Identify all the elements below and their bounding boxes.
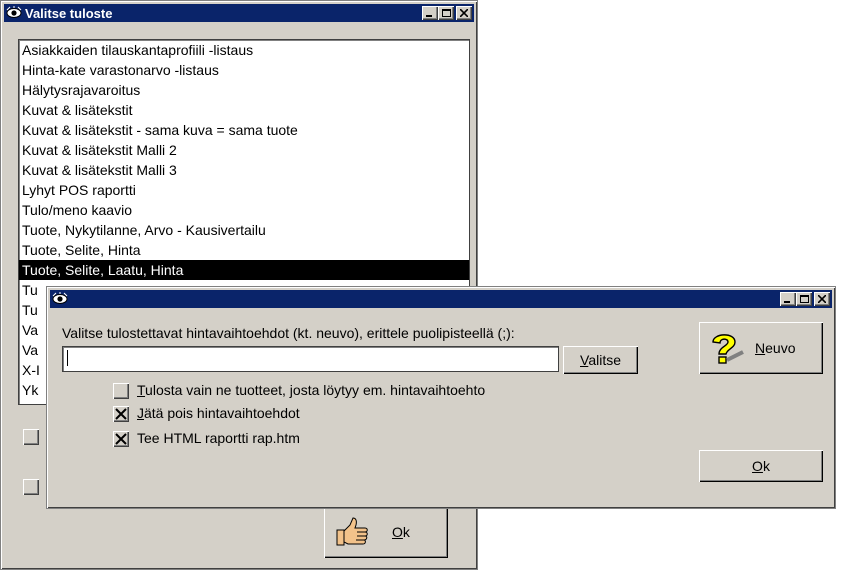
list-item[interactable]: Kuvat & lisätekstit Malli 2 [19, 140, 469, 160]
maximize-button[interactable] [438, 6, 454, 20]
help-button-label: Neuvo [755, 340, 796, 356]
maximize-icon [799, 294, 809, 303]
list-item[interactable]: Kuvat & lisätekstit [19, 100, 469, 120]
dialog-ok-button[interactable]: Ok [699, 450, 823, 482]
list-item[interactable]: Kuvat & lisätekstit - sama kuva = sama t… [19, 120, 469, 140]
dialog-minimize-button[interactable] [780, 292, 796, 306]
html-report-label: Tee HTML raportti rap.htm [137, 430, 300, 446]
back-option-checkbox-1[interactable] [23, 429, 39, 445]
list-item[interactable]: Lyhyt POS raportti [19, 180, 469, 200]
dialog-close-button[interactable] [814, 292, 830, 306]
back-window-titlebar[interactable]: Valitse tuloste [4, 4, 474, 22]
checkmark-x-icon [115, 433, 127, 445]
close-icon [460, 9, 468, 17]
list-item[interactable]: Hälytysrajavaroitus [19, 80, 469, 100]
list-item[interactable]: Kuvat & lisätekstit Malli 3 [19, 160, 469, 180]
back-ok-button[interactable]: Ok [324, 506, 448, 558]
minimize-icon [426, 15, 432, 17]
question-mark-icon [712, 334, 744, 364]
checkmark-x-icon [115, 408, 127, 420]
price-options-input[interactable] [62, 346, 559, 372]
close-button[interactable] [456, 6, 472, 20]
list-item[interactable]: Asiakkaiden tilauskantaprofiili -listaus [19, 40, 469, 60]
dialog-maximize-button[interactable] [796, 292, 812, 306]
minimize-button[interactable] [422, 6, 438, 20]
back-window-title: Valitse tuloste [25, 5, 113, 21]
back-option-checkbox-2[interactable] [23, 479, 39, 495]
select-button[interactable]: Valitse [563, 346, 638, 374]
price-options-dialog: Valitse tulostettavat hintavaihtoehdot (… [46, 286, 836, 509]
eye-icon [6, 6, 22, 18]
exclude-price-options-checkbox[interactable] [113, 406, 129, 422]
exclude-price-options-label: Jätä pois hintavaihtoehdot [137, 405, 300, 421]
thumbs-up-icon [336, 517, 368, 546]
back-ok-label: Ok [392, 524, 410, 540]
text-caret [67, 350, 68, 366]
help-button[interactable]: Neuvo [699, 322, 823, 374]
only-matching-products-checkbox[interactable] [113, 383, 129, 399]
select-button-label: Valitse [580, 352, 621, 368]
list-item[interactable]: Hinta-kate varastonarvo -listaus [19, 60, 469, 80]
list-item[interactable]: Tuote, Nykytilanne, Arvo - Kausivertailu [19, 220, 469, 240]
price-options-prompt: Valitse tulostettavat hintavaihtoehdot (… [62, 325, 515, 341]
eye-icon [52, 292, 68, 304]
only-matching-products-label: Tulosta vain ne tuotteet, josta löytyy e… [137, 382, 486, 398]
list-item[interactable]: Tuote, Selite, Laatu, Hinta [19, 260, 469, 280]
maximize-icon [441, 8, 451, 17]
list-item[interactable]: Tulo/meno kaavio [19, 200, 469, 220]
dialog-titlebar[interactable] [50, 290, 832, 308]
html-report-checkbox[interactable] [113, 431, 129, 447]
close-icon [818, 295, 826, 303]
dialog-ok-label: Ok [752, 458, 770, 474]
minimize-icon [784, 301, 790, 303]
list-item[interactable]: Tuote, Selite, Hinta [19, 240, 469, 260]
